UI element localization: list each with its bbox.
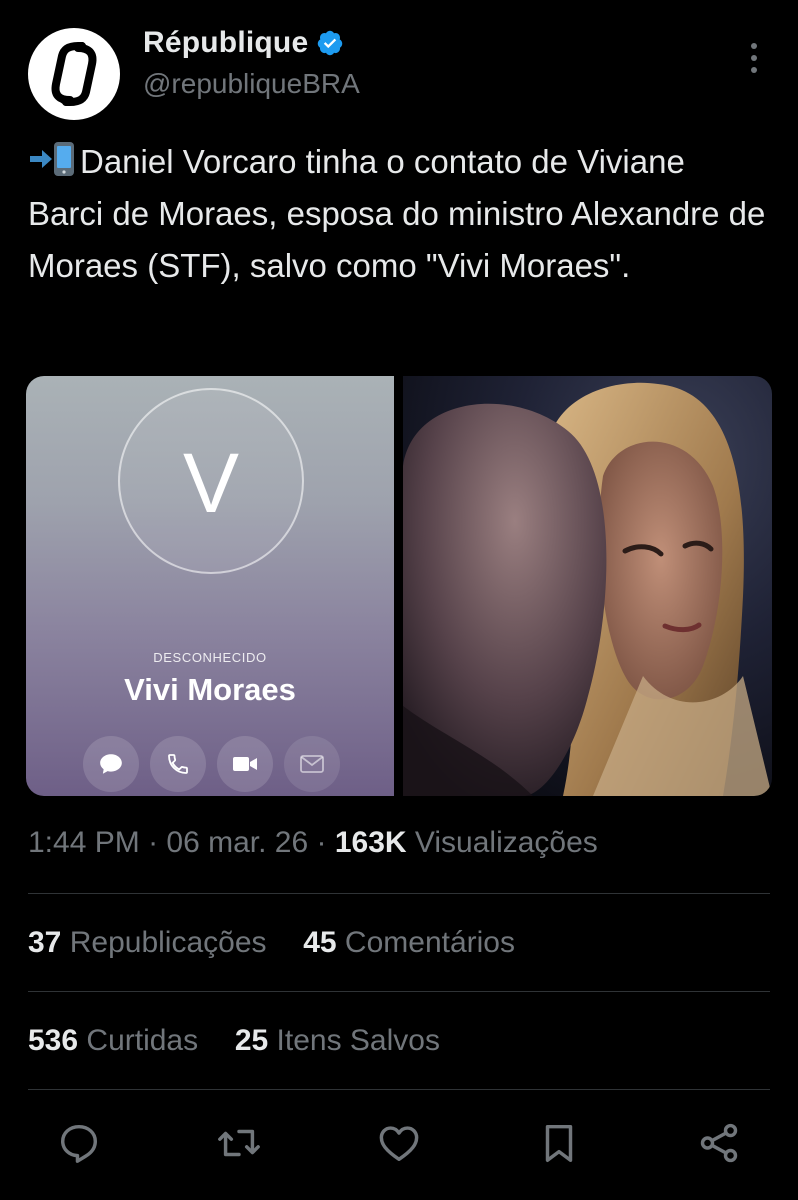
divider [28, 1089, 770, 1090]
views-count: 163K [334, 826, 407, 859]
like-icon[interactable] [376, 1120, 422, 1166]
mail-icon [300, 755, 324, 773]
contact-status: DESCONHECIDO [153, 650, 267, 665]
contact-card-image[interactable]: V DESCONHECIDO Vivi Moraes [26, 376, 394, 796]
comments-stat[interactable]: 45 Comentários [303, 926, 515, 959]
likes-count: 536 [28, 1024, 79, 1057]
republique-logo-icon [51, 42, 97, 106]
tweet-date[interactable]: 06 mar. 26 [166, 826, 308, 859]
bookmark-icon[interactable] [536, 1120, 582, 1166]
mobile-phone-arrow-icon [30, 142, 74, 176]
video-icon [233, 757, 257, 771]
phone-icon [168, 754, 188, 774]
tweet-meta: 1:44 PM · 06 mar. 26 · 163K Visualizaçõe… [28, 826, 598, 860]
reposts-count: 37 [28, 926, 62, 959]
stats-row-1: 37 Republicações 45 Comentários [28, 926, 515, 960]
contact-initial: V [182, 436, 240, 530]
author-handle[interactable]: @republiqueBRA [143, 68, 360, 100]
contact-mail-button [284, 736, 340, 792]
likes-label: Curtidas [86, 1024, 199, 1057]
reposts-label: Republicações [69, 926, 267, 959]
reply-icon[interactable] [56, 1120, 102, 1166]
more-options-icon[interactable] [742, 38, 766, 78]
divider [28, 893, 770, 894]
share-icon[interactable] [696, 1120, 742, 1166]
tweet-text: Daniel Vorcaro tinha o contato de Vivian… [28, 136, 768, 292]
contact-avatar-circle: V [118, 388, 304, 574]
tweet-time[interactable]: 1:44 PM [28, 826, 140, 859]
contact-call-button [150, 736, 206, 792]
news-photo[interactable] [403, 376, 772, 796]
repost-icon[interactable] [216, 1120, 262, 1166]
verified-badge-icon [318, 30, 343, 56]
contact-message-button [83, 736, 139, 792]
tweet-body: Daniel Vorcaro tinha o contato de Vivian… [28, 143, 766, 284]
saves-label: Itens Salvos [276, 1024, 440, 1057]
author-display-name[interactable]: République [143, 26, 308, 60]
comments-count: 45 [303, 926, 337, 959]
likes-stat[interactable]: 536 Curtidas [28, 1024, 198, 1057]
saves-count: 25 [234, 1024, 269, 1057]
stats-row-2: 536 Curtidas 25 Itens Salvos [28, 1024, 440, 1058]
contact-name: Vivi Moraes [124, 672, 296, 707]
author-avatar[interactable] [28, 28, 120, 120]
contact-video-button [217, 736, 273, 792]
reposts-stat[interactable]: 37 Republicações [28, 926, 267, 959]
saves-stat[interactable]: 25 Itens Salvos [235, 1024, 440, 1057]
message-icon [100, 754, 122, 774]
tweet-media[interactable]: V DESCONHECIDO Vivi Moraes [26, 376, 772, 796]
meta-separator: · [308, 826, 335, 859]
divider [28, 991, 770, 992]
views-label: Visualizações [414, 826, 598, 859]
comments-label: Comentários [344, 926, 515, 959]
meta-separator: · [139, 826, 167, 859]
author-name-row: République [143, 26, 344, 60]
